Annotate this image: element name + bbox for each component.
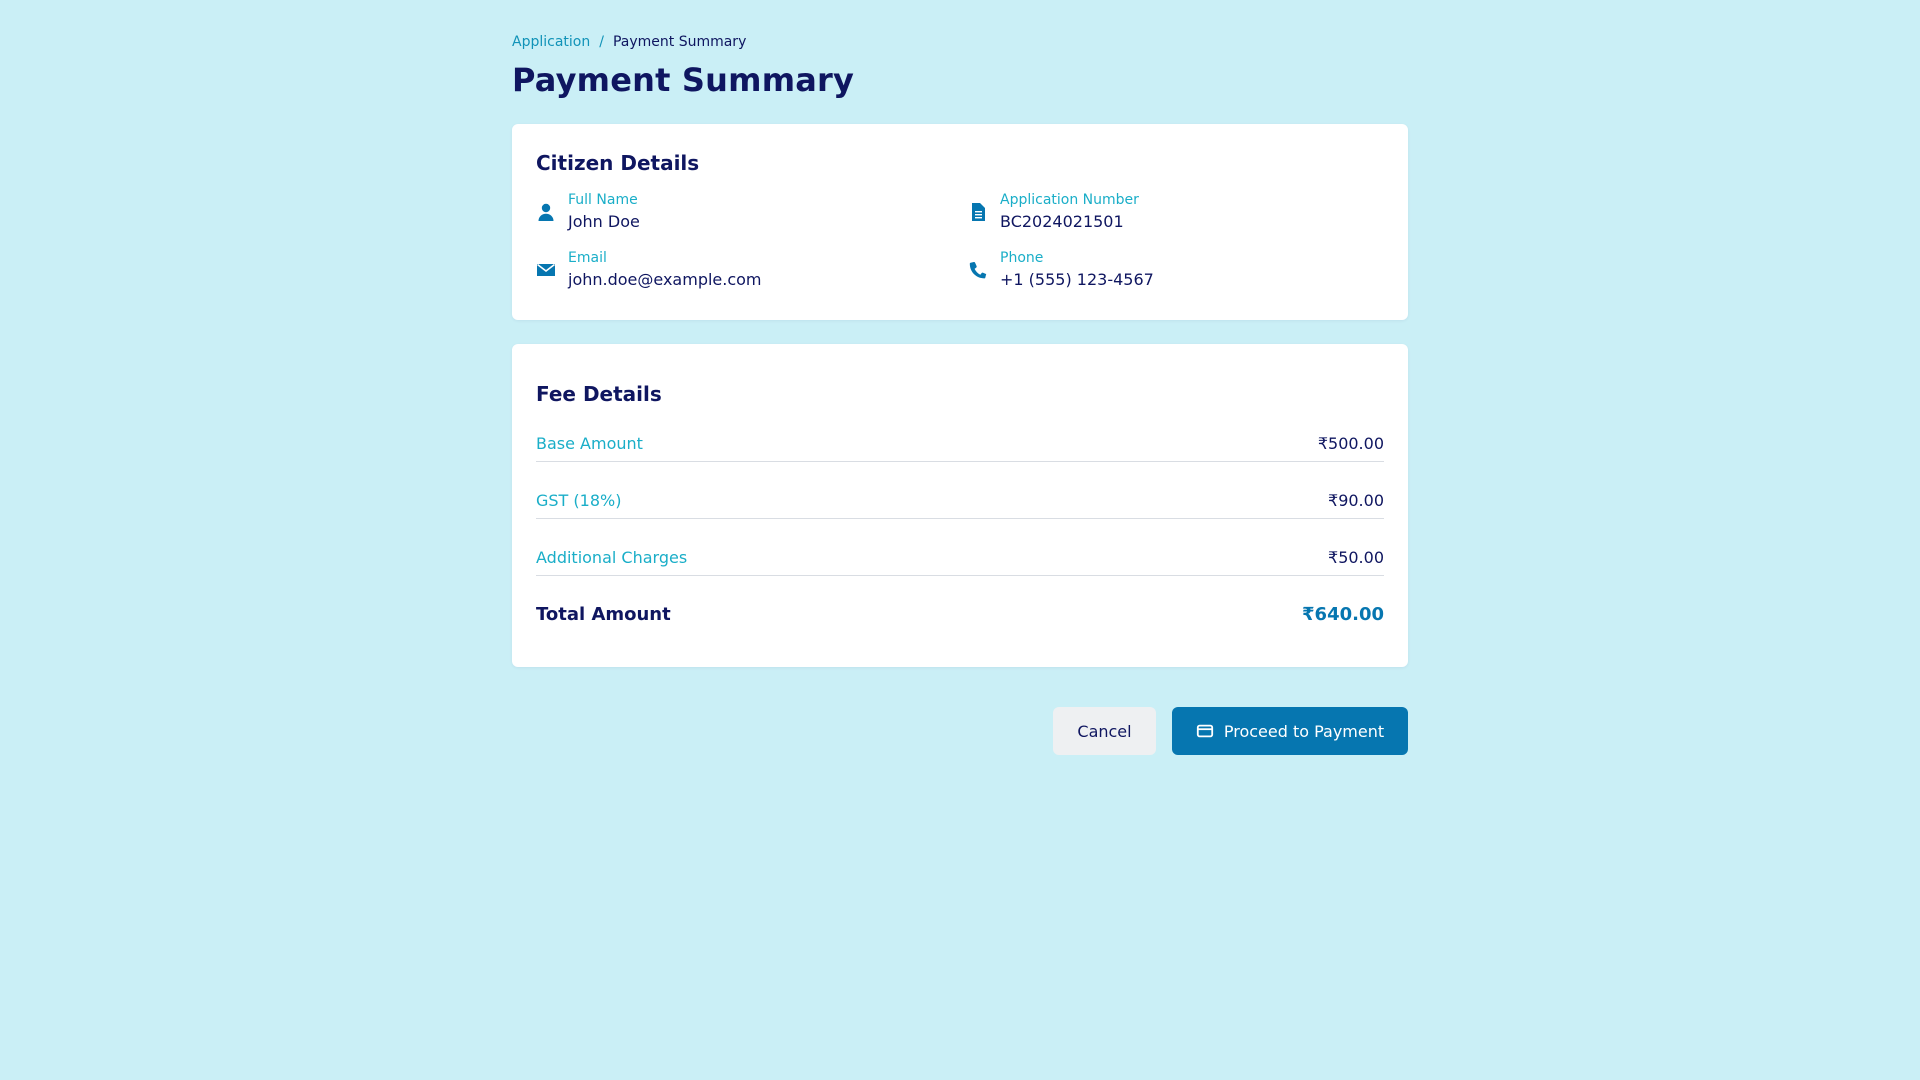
detail-value: john.doe@example.com: [568, 270, 762, 289]
breadcrumb: Application / Payment Summary: [512, 33, 1408, 51]
total-row: Total Amount ₹640.00: [536, 602, 1384, 626]
fee-details-card: Fee Details Base Amount ₹500.00 GST (18%…: [512, 344, 1408, 667]
fee-label: Additional Charges: [536, 547, 688, 567]
detail-email: Email john.doe@example.com: [536, 250, 968, 290]
cancel-button[interactable]: Cancel: [1053, 707, 1156, 755]
envelope-icon: [536, 260, 556, 280]
citizen-details-grid: Full Name John Doe Application Number BC…: [536, 192, 1384, 290]
detail-label: Email: [568, 250, 607, 266]
fee-row-base-amount: Base Amount ₹500.00: [536, 425, 1384, 462]
fee-details-title: Fee Details: [536, 382, 662, 406]
credit-card-icon: [1196, 722, 1214, 740]
detail-value: John Doe: [568, 212, 640, 231]
breadcrumb-link-application[interactable]: Application: [512, 33, 590, 51]
detail-label: Application Number: [1000, 192, 1139, 208]
fee-label: Base Amount: [536, 433, 643, 453]
proceed-to-payment-label: Proceed to Payment: [1223, 721, 1385, 741]
fee-amount: ₹50.00: [1328, 547, 1384, 567]
fee-amount: ₹500.00: [1317, 433, 1384, 453]
detail-value: +1 (555) 123-4567: [1000, 270, 1154, 289]
fee-amount: ₹90.00: [1328, 490, 1384, 510]
total-amount: ₹640.00: [1302, 603, 1384, 625]
breadcrumb-current: Payment Summary: [612, 34, 747, 50]
total-label: Total Amount: [536, 603, 671, 625]
detail-phone: Phone +1 (555) 123-4567: [968, 250, 1384, 290]
detail-full-name: Full Name John Doe: [536, 192, 968, 232]
detail-value: BC2024021501: [1000, 212, 1124, 231]
user-icon: [536, 202, 556, 222]
page-title: Payment Summary: [512, 61, 855, 99]
detail-application-number: Application Number BC2024021501: [968, 192, 1384, 232]
detail-label: Full Name: [568, 192, 638, 208]
detail-label: Phone: [1000, 250, 1044, 266]
fee-label: GST (18%): [536, 490, 622, 510]
fee-row-gst: GST (18%) ₹90.00: [536, 482, 1384, 519]
citizen-details-card: Citizen Details Full Name John Doe Appli…: [512, 124, 1408, 320]
citizen-details-title: Citizen Details: [536, 151, 700, 175]
action-bar: Cancel Proceed to Payment: [512, 707, 1408, 755]
phone-icon: [968, 260, 988, 280]
breadcrumb-separator: /: [599, 34, 604, 50]
document-icon: [968, 202, 988, 222]
proceed-to-payment-button[interactable]: Proceed to Payment: [1172, 707, 1408, 755]
fee-row-additional-charges: Additional Charges ₹50.00: [536, 539, 1384, 576]
payment-summary-page: Application / Payment Summary Payment Su…: [512, 0, 1408, 755]
fee-list: Base Amount ₹500.00 GST (18%) ₹90.00 Add…: [536, 425, 1384, 576]
